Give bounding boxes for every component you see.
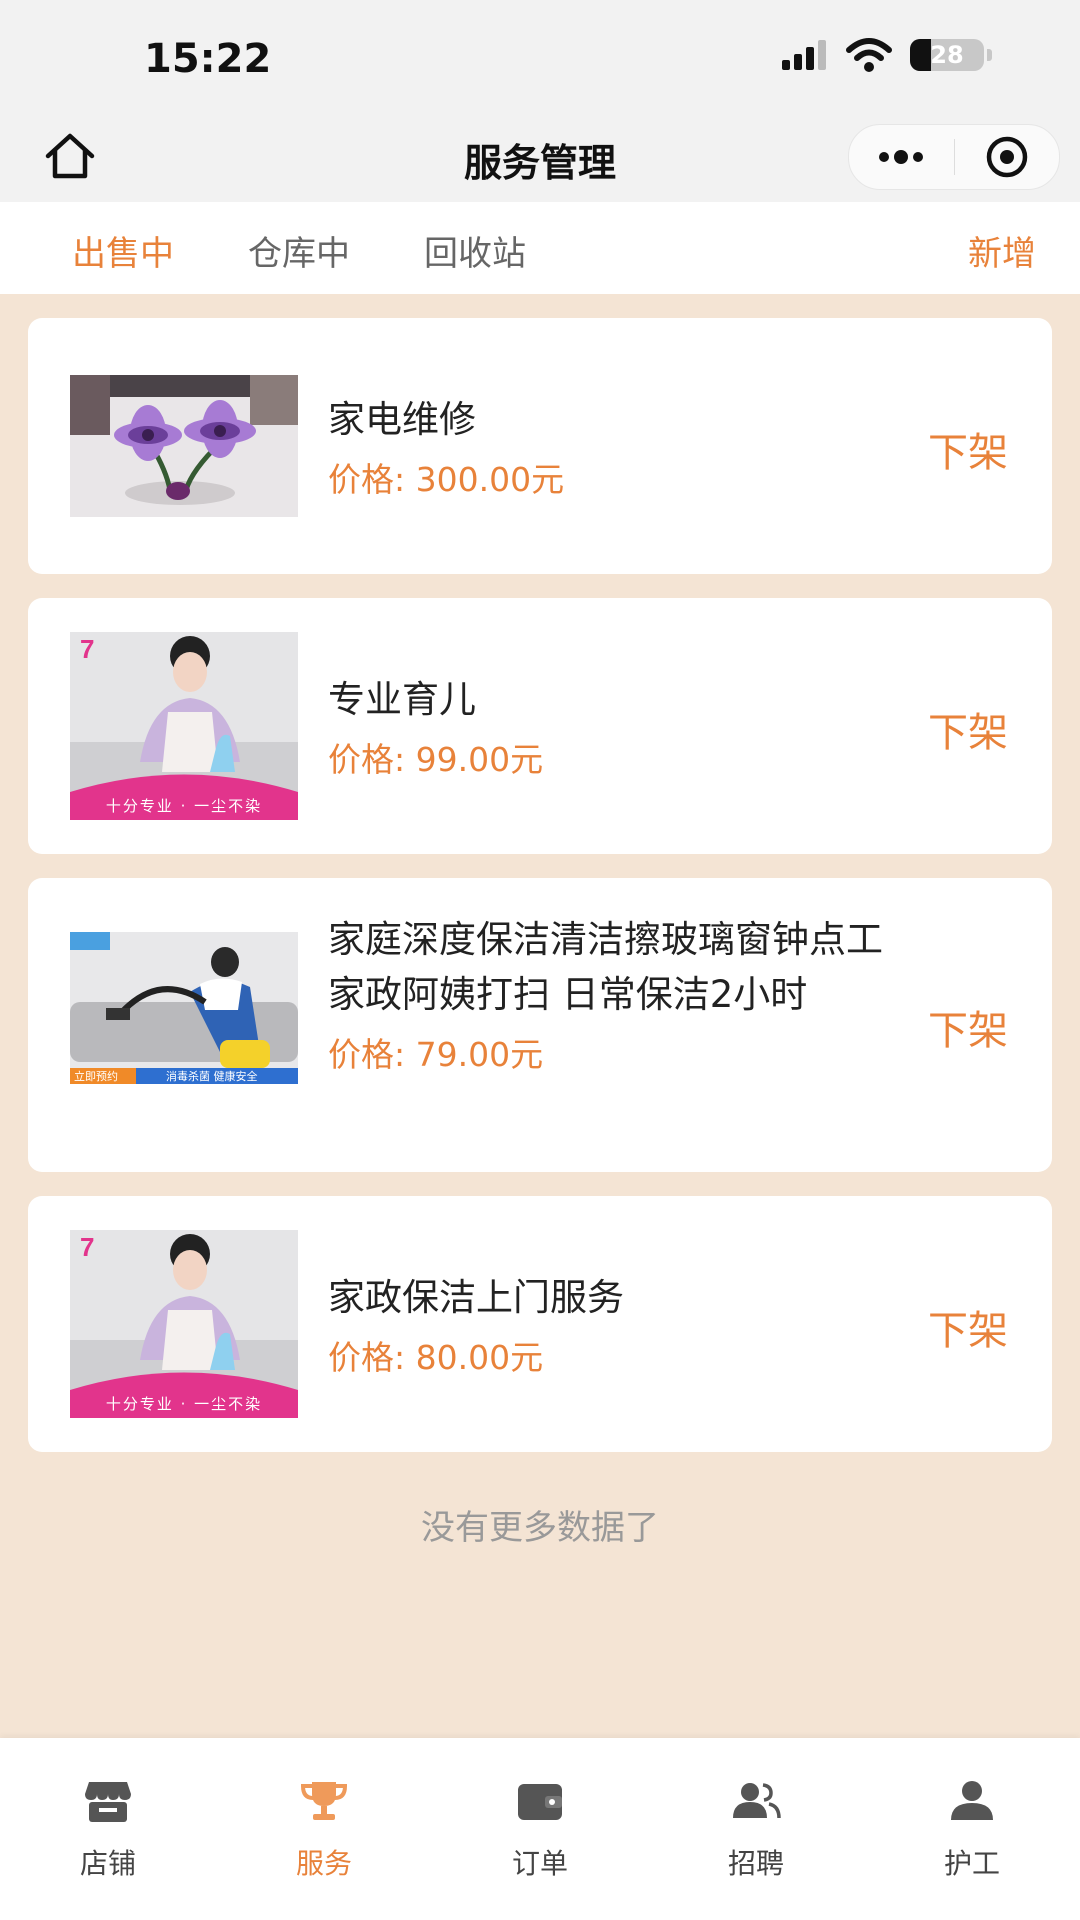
- tabbar-item-orders[interactable]: 订单: [432, 1778, 648, 1882]
- service-info: 家电维修 价格: 300.00元: [328, 392, 918, 501]
- wallet-icon: [518, 1784, 562, 1820]
- service-title: 专业育儿: [328, 678, 476, 721]
- close-button[interactable]: [955, 125, 1060, 189]
- image-left-text: 立即预约: [74, 1070, 118, 1083]
- service-image: [70, 375, 298, 517]
- service-title: 家庭深度保洁清洁擦玻璃窗钟点工家政阿姨打扫 日常保洁2小时: [328, 918, 883, 1016]
- battery-level: 28: [930, 41, 964, 69]
- tabbar-label: 店铺: [79, 1847, 136, 1880]
- service-title: 家电维修: [328, 398, 476, 441]
- tabbar-label: 招聘: [727, 1847, 784, 1880]
- trophy-icon: [300, 1782, 348, 1820]
- store-icon: [85, 1782, 131, 1822]
- tabbar-label: 订单: [511, 1847, 568, 1880]
- status-bar: 15:22 28: [0, 0, 1080, 110]
- service-price: 价格: 79.00元: [328, 1035, 544, 1074]
- tab-recycle-bin[interactable]: 回收站: [424, 226, 526, 275]
- service-image: 7 十分专业 · 一尘不染: [70, 1230, 298, 1418]
- service-card[interactable]: 立即预约 消毒杀菌 健康安全 家庭深度保洁清洁擦玻璃窗钟点工家政阿姨打扫 日常保…: [28, 878, 1052, 1172]
- signal-icon: [782, 40, 826, 70]
- target-icon: [986, 136, 1027, 178]
- image-badge: 7: [80, 1232, 95, 1262]
- tabbar-item-recruit[interactable]: 招聘: [648, 1778, 864, 1882]
- service-info: 专业育儿 价格: 99.00元: [328, 672, 918, 781]
- service-card[interactable]: 家电维修 价格: 300.00元 下架: [28, 318, 1052, 574]
- wifi-icon: [846, 38, 892, 72]
- take-down-button[interactable]: 下架: [928, 420, 1008, 478]
- image-banner-text: 十分专业 · 一尘不染: [105, 1395, 263, 1413]
- service-title: 家政保洁上门服务: [328, 1276, 624, 1319]
- tabbar-item-store[interactable]: 店铺: [0, 1778, 216, 1882]
- more-button[interactable]: [849, 125, 954, 189]
- service-price: 价格: 99.00元: [328, 740, 544, 779]
- tabbar-item-service[interactable]: 服务: [216, 1778, 432, 1882]
- navigation-bar: 服务管理: [0, 110, 1080, 202]
- battery-indicator: 28: [910, 39, 992, 71]
- more-icon: [879, 150, 924, 164]
- tabbar-label: 服务: [295, 1847, 352, 1880]
- image-banner-text: 十分专业 · 一尘不染: [105, 797, 263, 815]
- service-info: 家庭深度保洁清洁擦玻璃窗钟点工家政阿姨打扫 日常保洁2小时 价格: 79.00元: [328, 912, 918, 1076]
- image-right-text: 消毒杀菌 健康安全: [166, 1070, 258, 1083]
- status-time: 15:22: [144, 36, 272, 82]
- tab-warehouse[interactable]: 仓库中: [248, 226, 350, 275]
- take-down-button[interactable]: 下架: [928, 1298, 1008, 1356]
- service-price: 价格: 300.00元: [328, 460, 565, 499]
- add-button[interactable]: 新增: [968, 226, 1036, 275]
- take-down-button[interactable]: 下架: [928, 998, 1008, 1056]
- image-badge: 7: [80, 634, 95, 664]
- status-tabs: 出售中 仓库中 回收站 新增: [0, 202, 1080, 294]
- tab-on-sale[interactable]: 出售中: [72, 226, 174, 275]
- take-down-button[interactable]: 下架: [928, 700, 1008, 758]
- tabbar-label: 护工: [943, 1847, 1000, 1880]
- service-price: 价格: 80.00元: [328, 1338, 544, 1377]
- service-card[interactable]: 7 十分专业 · 一尘不染 专业育儿 价格: 99.00元 下架: [28, 598, 1052, 854]
- status-icons: 28: [782, 38, 992, 72]
- service-info: 家政保洁上门服务 价格: 80.00元: [328, 1270, 918, 1379]
- service-card[interactable]: 7 十分专业 · 一尘不染 家政保洁上门服务 价格: 80.00元 下架: [28, 1196, 1052, 1452]
- mini-program-capsule: [848, 124, 1060, 190]
- tabbar-item-caregiver[interactable]: 护工: [864, 1778, 1080, 1882]
- no-more-data-text: 没有更多数据了: [421, 1508, 659, 1548]
- person-icon: [951, 1781, 993, 1820]
- service-image: 立即预约 消毒杀菌 健康安全: [70, 932, 298, 1120]
- people-icon: [733, 1783, 781, 1819]
- bottom-tab-bar: 店铺 服务 订单 招聘 护工: [0, 1738, 1080, 1920]
- service-image: 7 十分专业 · 一尘不染: [70, 632, 298, 820]
